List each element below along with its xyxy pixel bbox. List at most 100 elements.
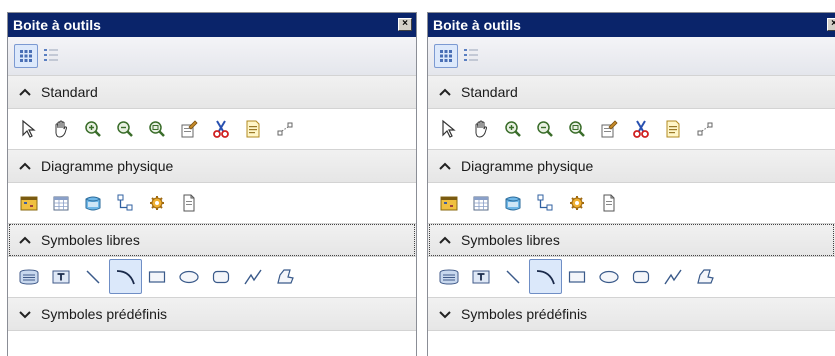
delete-tool[interactable]: [208, 116, 234, 142]
join-icon: [537, 194, 553, 211]
arc-tool[interactable]: [529, 259, 562, 294]
join-tool[interactable]: [112, 190, 138, 216]
list-view-icon: [464, 49, 478, 61]
section-header-standard[interactable]: Standard: [428, 75, 835, 109]
open-package-diagram-icon: [569, 121, 585, 137]
rounded-rectangle-tool[interactable]: [628, 264, 654, 290]
pointer-tool[interactable]: [16, 116, 42, 142]
list-view-button[interactable]: [40, 44, 64, 68]
section-label: Symboles prédéfinis: [461, 306, 588, 322]
icons-view-button[interactable]: [14, 44, 38, 68]
line-tool[interactable]: [80, 264, 106, 290]
grabber-tool[interactable]: [468, 116, 494, 142]
section-label: Symboles libres: [41, 232, 140, 248]
graphical-synonym-tool[interactable]: [240, 116, 266, 142]
zoom-in-tool[interactable]: [500, 116, 526, 142]
rectangle-tool[interactable]: [144, 264, 170, 290]
list-view-icon: [44, 49, 58, 61]
line-icon: [86, 270, 100, 284]
file-tool[interactable]: [596, 190, 622, 216]
view-tool[interactable]: [468, 190, 494, 216]
icons-view-icon: [440, 50, 452, 62]
procedure-tool[interactable]: [144, 190, 170, 216]
arc-tool[interactable]: [109, 259, 142, 294]
section-header-physique[interactable]: Diagramme physique: [8, 149, 416, 183]
graphical-synonym-icon: [246, 120, 260, 138]
reference-icon: [505, 196, 521, 211]
ellipse-tool[interactable]: [176, 264, 202, 290]
view-tool[interactable]: [48, 190, 74, 216]
titlebar[interactable]: Boite à outils ×: [428, 13, 835, 37]
chevron-up-icon: [439, 236, 451, 244]
pointer-tool[interactable]: [436, 116, 462, 142]
polyline-tool[interactable]: [240, 264, 266, 290]
table-tool[interactable]: [16, 190, 42, 216]
chevron-up-icon: [19, 236, 31, 244]
zoom-out-tool[interactable]: [112, 116, 138, 142]
icons-view-button[interactable]: [434, 44, 458, 68]
ellipse-tool[interactable]: [596, 264, 622, 290]
link-tool[interactable]: [272, 116, 298, 142]
open-package-diagram-tool[interactable]: [144, 116, 170, 142]
section-header-predefinis[interactable]: Symboles prédéfinis: [428, 297, 835, 331]
text-box-tool[interactable]: [436, 264, 462, 290]
section-header-predefinis[interactable]: Symboles prédéfinis: [8, 297, 416, 331]
file-icon: [183, 194, 195, 212]
close-button[interactable]: ×: [398, 18, 412, 31]
zoom-out-tool[interactable]: [532, 116, 558, 142]
reference-tool[interactable]: [500, 190, 526, 216]
delete-tool[interactable]: [628, 116, 654, 142]
text-box-icon: [439, 269, 459, 285]
section-label: Standard: [41, 84, 98, 100]
section-label: Symboles prédéfinis: [41, 306, 168, 322]
icons-view-icon: [20, 50, 32, 62]
section-label: Diagramme physique: [461, 158, 594, 174]
polyline-tool[interactable]: [660, 264, 686, 290]
pointer-icon: [22, 119, 36, 138]
zoom-out-icon: [537, 121, 553, 137]
zoom-in-tool[interactable]: [80, 116, 106, 142]
line-tool[interactable]: [500, 264, 526, 290]
procedure-tool[interactable]: [564, 190, 590, 216]
reference-tool[interactable]: [80, 190, 106, 216]
link-icon: [697, 122, 713, 136]
section-header-physique[interactable]: Diagramme physique: [428, 149, 835, 183]
section-header-libres[interactable]: Symboles libres: [8, 223, 416, 257]
toolbox-panel-right: Boite à outils × Standard: [427, 12, 835, 356]
procedure-icon: [150, 196, 164, 210]
view-toolbar: [8, 37, 416, 76]
chevron-down-icon: [439, 311, 451, 319]
zoom-in-icon: [505, 121, 521, 137]
rounded-rectangle-tool[interactable]: [208, 264, 234, 290]
polygon-tool[interactable]: [272, 264, 298, 290]
section-header-libres[interactable]: Symboles libres: [428, 223, 835, 257]
polygon-tool[interactable]: [692, 264, 718, 290]
panel-title: Boite à outils: [13, 17, 101, 33]
table-icon: [440, 196, 458, 211]
properties-tool[interactable]: [176, 116, 202, 142]
text-box-icon: [19, 269, 39, 285]
link-icon: [277, 122, 293, 136]
titlebar[interactable]: Boite à outils ×: [8, 13, 416, 37]
open-package-diagram-tool[interactable]: [564, 116, 590, 142]
table-tool[interactable]: [436, 190, 462, 216]
rectangle-tool[interactable]: [564, 264, 590, 290]
text-box-tool[interactable]: [16, 264, 42, 290]
close-button[interactable]: ×: [827, 18, 835, 31]
properties-icon: [181, 120, 198, 138]
title-icon: [472, 270, 490, 284]
link-tool[interactable]: [692, 116, 718, 142]
tool-row-physique: [428, 183, 835, 223]
title-tool[interactable]: [468, 264, 494, 290]
section-header-standard[interactable]: Standard: [8, 75, 416, 109]
rectangle-icon: [568, 271, 586, 283]
properties-tool[interactable]: [596, 116, 622, 142]
list-view-button[interactable]: [460, 44, 484, 68]
graphical-synonym-tool[interactable]: [660, 116, 686, 142]
reference-icon: [85, 196, 101, 211]
title-tool[interactable]: [48, 264, 74, 290]
file-tool[interactable]: [176, 190, 202, 216]
join-tool[interactable]: [532, 190, 558, 216]
arc-icon: [116, 269, 135, 284]
grabber-tool[interactable]: [48, 116, 74, 142]
